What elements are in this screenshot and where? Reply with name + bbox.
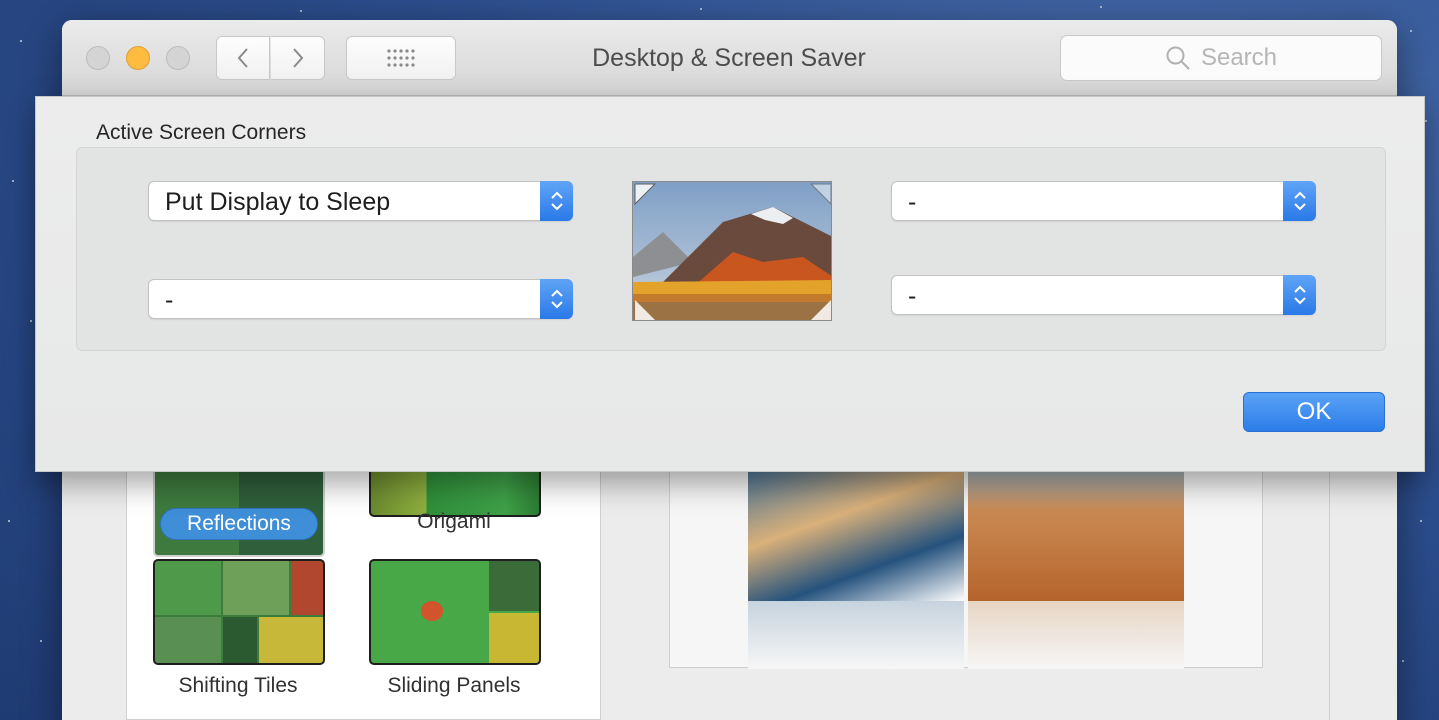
sheet-title: Active Screen Corners xyxy=(96,121,307,144)
minimize-button[interactable] xyxy=(126,46,150,70)
bottom-left-corner-popup[interactable]: - xyxy=(148,279,573,319)
bottom-right-corner-popup[interactable]: - xyxy=(891,275,1316,315)
search-placeholder: Search xyxy=(1200,44,1278,71)
screen-saver-preview xyxy=(669,460,1263,669)
chevron-right-icon xyxy=(292,48,303,68)
title-bar: Desktop & Screen Saver Search xyxy=(62,20,1397,96)
screen-saver-label-reflections: Reflections xyxy=(160,508,318,540)
top-left-corner-value: Put Display to Sleep xyxy=(165,188,391,216)
up-down-arrows-icon xyxy=(1283,181,1316,221)
chevron-left-icon xyxy=(237,48,248,68)
search-icon xyxy=(1166,46,1190,70)
screen-saver-tile-sliding-panels[interactable] xyxy=(369,559,541,665)
zoom-button[interactable] xyxy=(166,46,190,70)
bottom-right-corner-value: - xyxy=(908,282,917,310)
grid-icon xyxy=(387,49,415,67)
up-down-arrows-icon xyxy=(540,181,573,221)
window-title: Desktop & Screen Saver xyxy=(592,44,866,72)
mountain-wallpaper-image xyxy=(633,182,831,320)
corners-group-box: Put Display to Sleep - - - xyxy=(76,147,1386,351)
ok-button[interactable]: OK xyxy=(1243,392,1385,432)
screen-saver-label-shifting-tiles: Shifting Tiles xyxy=(178,674,298,697)
up-down-arrows-icon xyxy=(540,279,573,319)
bottom-left-corner-value: - xyxy=(165,286,174,314)
show-all-button[interactable] xyxy=(346,36,456,80)
screen-saver-label-sliding-panels: Sliding Panels xyxy=(387,674,521,697)
top-right-corner-value: - xyxy=(908,188,917,216)
close-button[interactable] xyxy=(86,46,110,70)
screen-saver-label-origami: Origami xyxy=(417,510,491,533)
forward-button[interactable] xyxy=(271,36,325,80)
top-right-corner-popup[interactable]: - xyxy=(891,181,1316,221)
search-field[interactable]: Search xyxy=(1060,35,1382,81)
top-left-corner-popup[interactable]: Put Display to Sleep xyxy=(148,181,573,221)
active-screen-corners-sheet: Active Screen Corners Put Display to Sle… xyxy=(35,96,1425,472)
screen-saver-tile-shifting-tiles[interactable] xyxy=(153,559,325,665)
screen-corners-preview xyxy=(632,181,832,321)
up-down-arrows-icon xyxy=(1283,275,1316,315)
back-button[interactable] xyxy=(216,36,270,80)
